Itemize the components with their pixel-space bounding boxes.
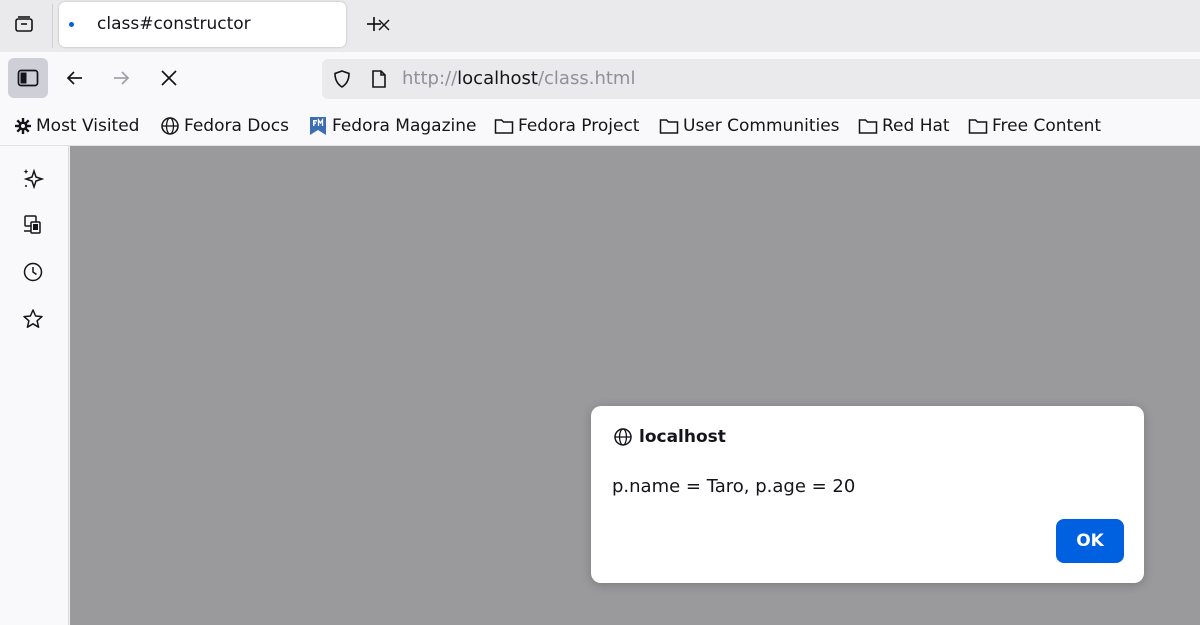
bookmark-label: Fedora Docs [184,116,290,136]
tracking-protection-button[interactable] [332,69,352,93]
sidebar [0,146,69,625]
url-scheme: http:// [402,68,458,89]
sidebar-toggle-button[interactable] [8,58,48,98]
bookmark-label: User Communities [683,116,840,136]
url-text[interactable]: http://localhost/class.html [402,68,635,89]
bookmark-most-visited[interactable]: Most Visited [14,114,139,138]
bookmark-label: Free Content [992,116,1102,136]
sidebar-ai-chatbot-button[interactable] [17,162,49,194]
shield-icon [334,70,350,88]
sidebar-synced-tabs-button[interactable] [17,209,49,241]
navigation-toolbar: http://localhost/class.html [0,52,1200,106]
bookmark-user-communities[interactable]: User Communities [659,114,840,138]
new-tab-button[interactable] [360,10,388,38]
sidebar-icon [17,69,39,87]
gear-icon [15,118,31,134]
bookmark-label: Red Hat [882,116,950,136]
dialog-origin: localhost [639,427,726,447]
sidebar-history-button[interactable] [17,256,49,288]
tab-separator [52,4,53,48]
close-icon [161,70,177,86]
dialog-message: p.name = Taro, p.age = 20 [612,476,856,497]
tab-active[interactable]: class#constructor [59,2,390,47]
back-button[interactable] [55,58,95,98]
site-info-button[interactable] [370,69,388,93]
bookmarks-toolbar: Most Visited Fedora Docs Fedora Magazine… [0,106,1200,146]
alert-dialog: localhost p.name = Taro, p.age = 20 OK [591,406,1144,583]
bookmarks-star-icon [23,309,43,328]
ok-button[interactable]: OK [1056,519,1124,563]
tab-list-icon [15,16,33,32]
folder-icon [858,119,878,134]
forward-button[interactable] [101,58,141,98]
tab-strip: class#constructor [0,0,1200,52]
history-clock-icon [23,262,43,282]
folder-icon [659,119,679,134]
bookmark-free-content[interactable]: Free Content [968,114,1101,138]
bookmark-label: Fedora Magazine [332,116,477,136]
bookmark-fedora-magazine[interactable]: Fedora Magazine [308,114,476,138]
dialog-header: localhost [613,427,726,447]
url-host: localhost [457,68,538,89]
ai-sparkle-icon [23,168,44,189]
globe-icon [161,117,179,135]
stop-button[interactable] [149,58,189,98]
folder-icon [968,119,988,134]
synced-devices-icon [24,215,41,234]
fedora-magazine-icon [310,117,326,135]
plus-icon [367,17,381,31]
arrow-left-icon [66,71,82,85]
arrow-right-icon [114,71,130,85]
tab-title: class#constructor [97,14,251,34]
bookmark-red-hat[interactable]: Red Hat [858,114,950,138]
bookmark-fedora-docs[interactable]: Fedora Docs [160,114,289,138]
page-icon [372,70,386,88]
tab-loading-indicator [69,22,74,27]
globe-icon [614,428,632,446]
tab-list-button[interactable] [8,8,40,40]
address-bar[interactable]: http://localhost/class.html [322,59,1200,99]
folder-icon [494,119,514,134]
bookmark-label: Fedora Project [518,116,640,136]
bookmark-fedora-project[interactable]: Fedora Project [494,114,639,138]
bookmark-label: Most Visited [36,116,140,136]
url-path: /class.html [537,68,636,89]
sidebar-bookmarks-button[interactable] [17,303,49,335]
